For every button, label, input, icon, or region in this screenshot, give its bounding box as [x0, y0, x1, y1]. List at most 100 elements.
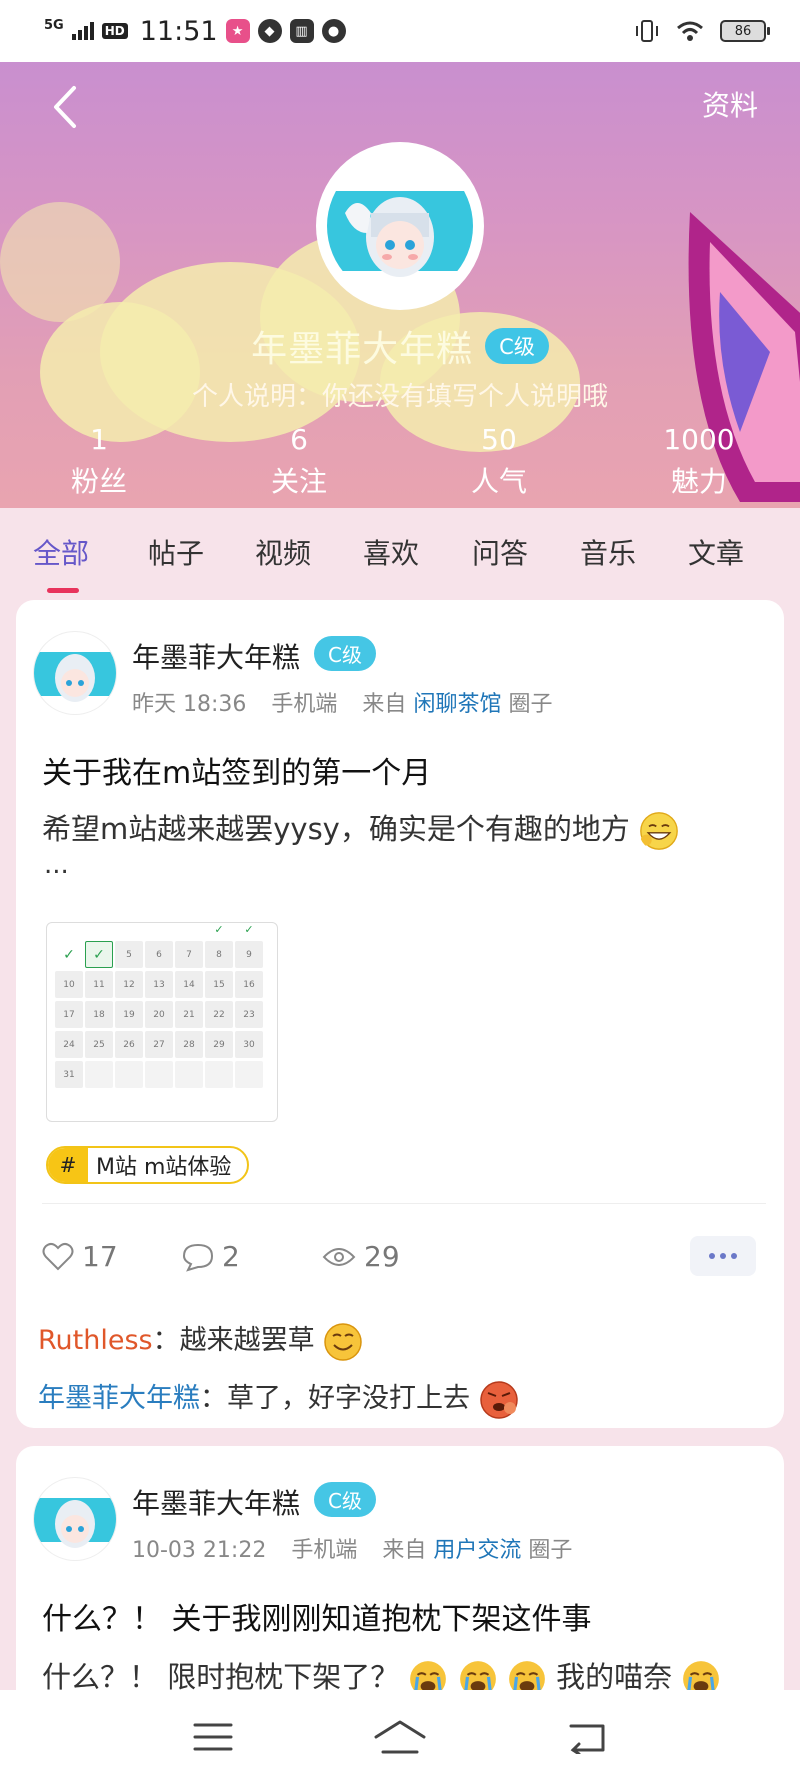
post-device: 手机端: [291, 1538, 358, 1563]
post-from-label: 来自: [382, 1538, 427, 1563]
post-author-name[interactable]: 年墨菲大年糕: [132, 1482, 300, 1522]
post-image-calendar[interactable]: ✓ ✓ ✓ ✓ 5 6 7 8 9 10 11 12 13 14 15 16 17 18 19 20 21 22 23…: [46, 922, 278, 1122]
avatar-image: [327, 153, 473, 299]
reply-text: ：越来越罢草: [152, 1325, 315, 1356]
active-tab-indicator: [47, 588, 79, 593]
level-badge: C级: [485, 328, 549, 364]
post-time: 昨天 18:36: [132, 692, 247, 717]
view-count-display: 29: [322, 1240, 400, 1273]
post-body[interactable]: 希望m站越来越罢yysy，确实是个有趣的地方: [42, 806, 679, 851]
post-ellipsis: ...: [44, 850, 69, 880]
level-badge: C级: [314, 1482, 376, 1517]
post-title[interactable]: 什么？！ 关于我刚刚知道抱枕下架这件事: [42, 1594, 592, 1638]
post-author-name[interactable]: 年墨菲大年糕: [132, 636, 300, 676]
calendar-check-icon: ✓: [55, 941, 83, 968]
profile-bio: 个人说明：你还没有填写个人说明哦: [191, 382, 608, 412]
calendar-day: 18: [85, 1001, 113, 1028]
post-meta: 10-03 21:22 手机端 来自 用户交流 圈子: [132, 1532, 572, 1564]
post-author-avatar[interactable]: [34, 1478, 116, 1560]
reply-user[interactable]: 年墨菲大年糕: [38, 1383, 200, 1414]
circle-link[interactable]: 闲聊茶馆: [413, 692, 501, 717]
grin-emoji-icon: [640, 812, 678, 850]
like-count: 17: [82, 1240, 118, 1273]
calendar-day: 11: [85, 971, 113, 998]
reply-item[interactable]: Ruthless：越来越罢草: [38, 1318, 363, 1362]
content-tabs: 全部 帖子 视频 喜欢 问答 音乐 文章: [0, 508, 800, 600]
profile-stats: 1 粉丝 6 关注 50 人气 1000 魅力: [0, 420, 800, 508]
calendar-day: 30: [235, 1031, 263, 1058]
more-options-button[interactable]: [690, 1236, 756, 1276]
tab-articles[interactable]: 文章: [688, 532, 744, 572]
topic-tag[interactable]: # M站 m站体验: [46, 1146, 250, 1184]
post-time: 10-03 21:22: [132, 1538, 267, 1563]
post-from-label: 来自: [362, 692, 407, 717]
topic-label: M站 m站体验: [96, 1155, 232, 1180]
calendar-day: 14: [175, 971, 203, 998]
calendar-day: 12: [115, 971, 143, 998]
post-author-avatar[interactable]: [34, 632, 116, 714]
wifi-icon: [677, 21, 703, 41]
like-button[interactable]: 17: [42, 1240, 118, 1273]
comment-count: 2: [222, 1240, 240, 1273]
home-button[interactable]: [370, 1712, 430, 1762]
stat-following[interactable]: 6 关注: [239, 420, 359, 504]
calendar-day: 17: [55, 1001, 83, 1028]
calendar-day: 25: [85, 1031, 113, 1058]
calendar-day: 29: [205, 1031, 233, 1058]
post-body-text: 我的喵奈: [556, 1660, 673, 1694]
calendar-day: 9: [235, 941, 263, 968]
tab-likes[interactable]: 喜欢: [363, 532, 419, 572]
calendar-day: 28: [175, 1031, 203, 1058]
back-nav-button[interactable]: [557, 1712, 617, 1762]
calendar-day: 5: [115, 941, 143, 968]
status-bar: 5G HD 11:51 ★ ◆ ▥ ● 86: [0, 0, 800, 62]
calendar-empty-cell: [85, 1061, 113, 1088]
calendar-empty-cell: [175, 1061, 203, 1088]
calendar-day: 26: [115, 1031, 143, 1058]
home-icon: [374, 1720, 426, 1754]
tab-music[interactable]: 音乐: [580, 532, 636, 572]
angry-emoji-icon: [479, 1380, 518, 1419]
reply-user[interactable]: Ruthless: [38, 1325, 153, 1356]
tab-all[interactable]: 全部: [33, 532, 89, 572]
calendar-day: 27: [145, 1031, 173, 1058]
stat-value: 1: [90, 423, 108, 456]
tab-videos[interactable]: 视频: [255, 532, 311, 572]
menu-button[interactable]: [183, 1712, 243, 1762]
vibrate-icon: [636, 20, 658, 42]
calendar-top-row: ✓ ✓: [214, 923, 254, 936]
smile-emoji-icon: [324, 1322, 362, 1361]
circle-suffix: 圈子: [508, 692, 553, 717]
tab-qa[interactable]: 问答: [472, 532, 528, 572]
eye-icon: [322, 1247, 356, 1266]
signal-icon: [71, 22, 94, 40]
calendar-day: 20: [145, 1001, 173, 1028]
calendar-day: 21: [175, 1001, 203, 1028]
circle-link[interactable]: 用户交流: [433, 1538, 521, 1563]
profile-username: 年墨菲大年糕: [251, 329, 474, 370]
stat-fans[interactable]: 1 粉丝: [39, 420, 159, 504]
back-nav-icon: [569, 1724, 605, 1754]
avatar-image: [34, 1498, 116, 1548]
back-button[interactable]: [46, 82, 86, 132]
calendar-day: 16: [235, 971, 263, 998]
profile-info-link[interactable]: 资料: [702, 84, 758, 124]
book-icon: ▥: [289, 19, 314, 43]
comment-button[interactable]: 2: [182, 1240, 240, 1273]
app-notification-icon: ★: [225, 19, 250, 43]
hash-icon: #: [48, 1148, 88, 1182]
post-card[interactable]: 年墨菲大年糕 C级 昨天 18:36 手机端 来自 闲聊茶馆 圈子 关于我在m站…: [16, 600, 784, 1428]
reply-item[interactable]: 年墨菲大年糕：草了，好字没打上去: [38, 1376, 519, 1420]
stat-value: 1000: [663, 423, 735, 456]
post-title[interactable]: 关于我在m站签到的第一个月: [42, 748, 431, 792]
circle-suffix: 圈子: [528, 1538, 573, 1563]
status-time: 11:51: [139, 15, 218, 47]
calendar-day: 15: [205, 971, 233, 998]
system-nav-bar: [0, 1690, 800, 1784]
comment-icon: [182, 1243, 214, 1272]
heart-icon: [42, 1242, 74, 1270]
calendar-grid: ✓ ✓ 5 6 7 8 9 10 11 12 13 14 15 16 17 18 19 20 21 22 23 24 2…: [55, 941, 269, 1088]
tab-posts[interactable]: 帖子: [148, 532, 204, 572]
avatar[interactable]: [316, 142, 484, 310]
reply-text: ：草了，好字没打上去: [200, 1383, 470, 1414]
